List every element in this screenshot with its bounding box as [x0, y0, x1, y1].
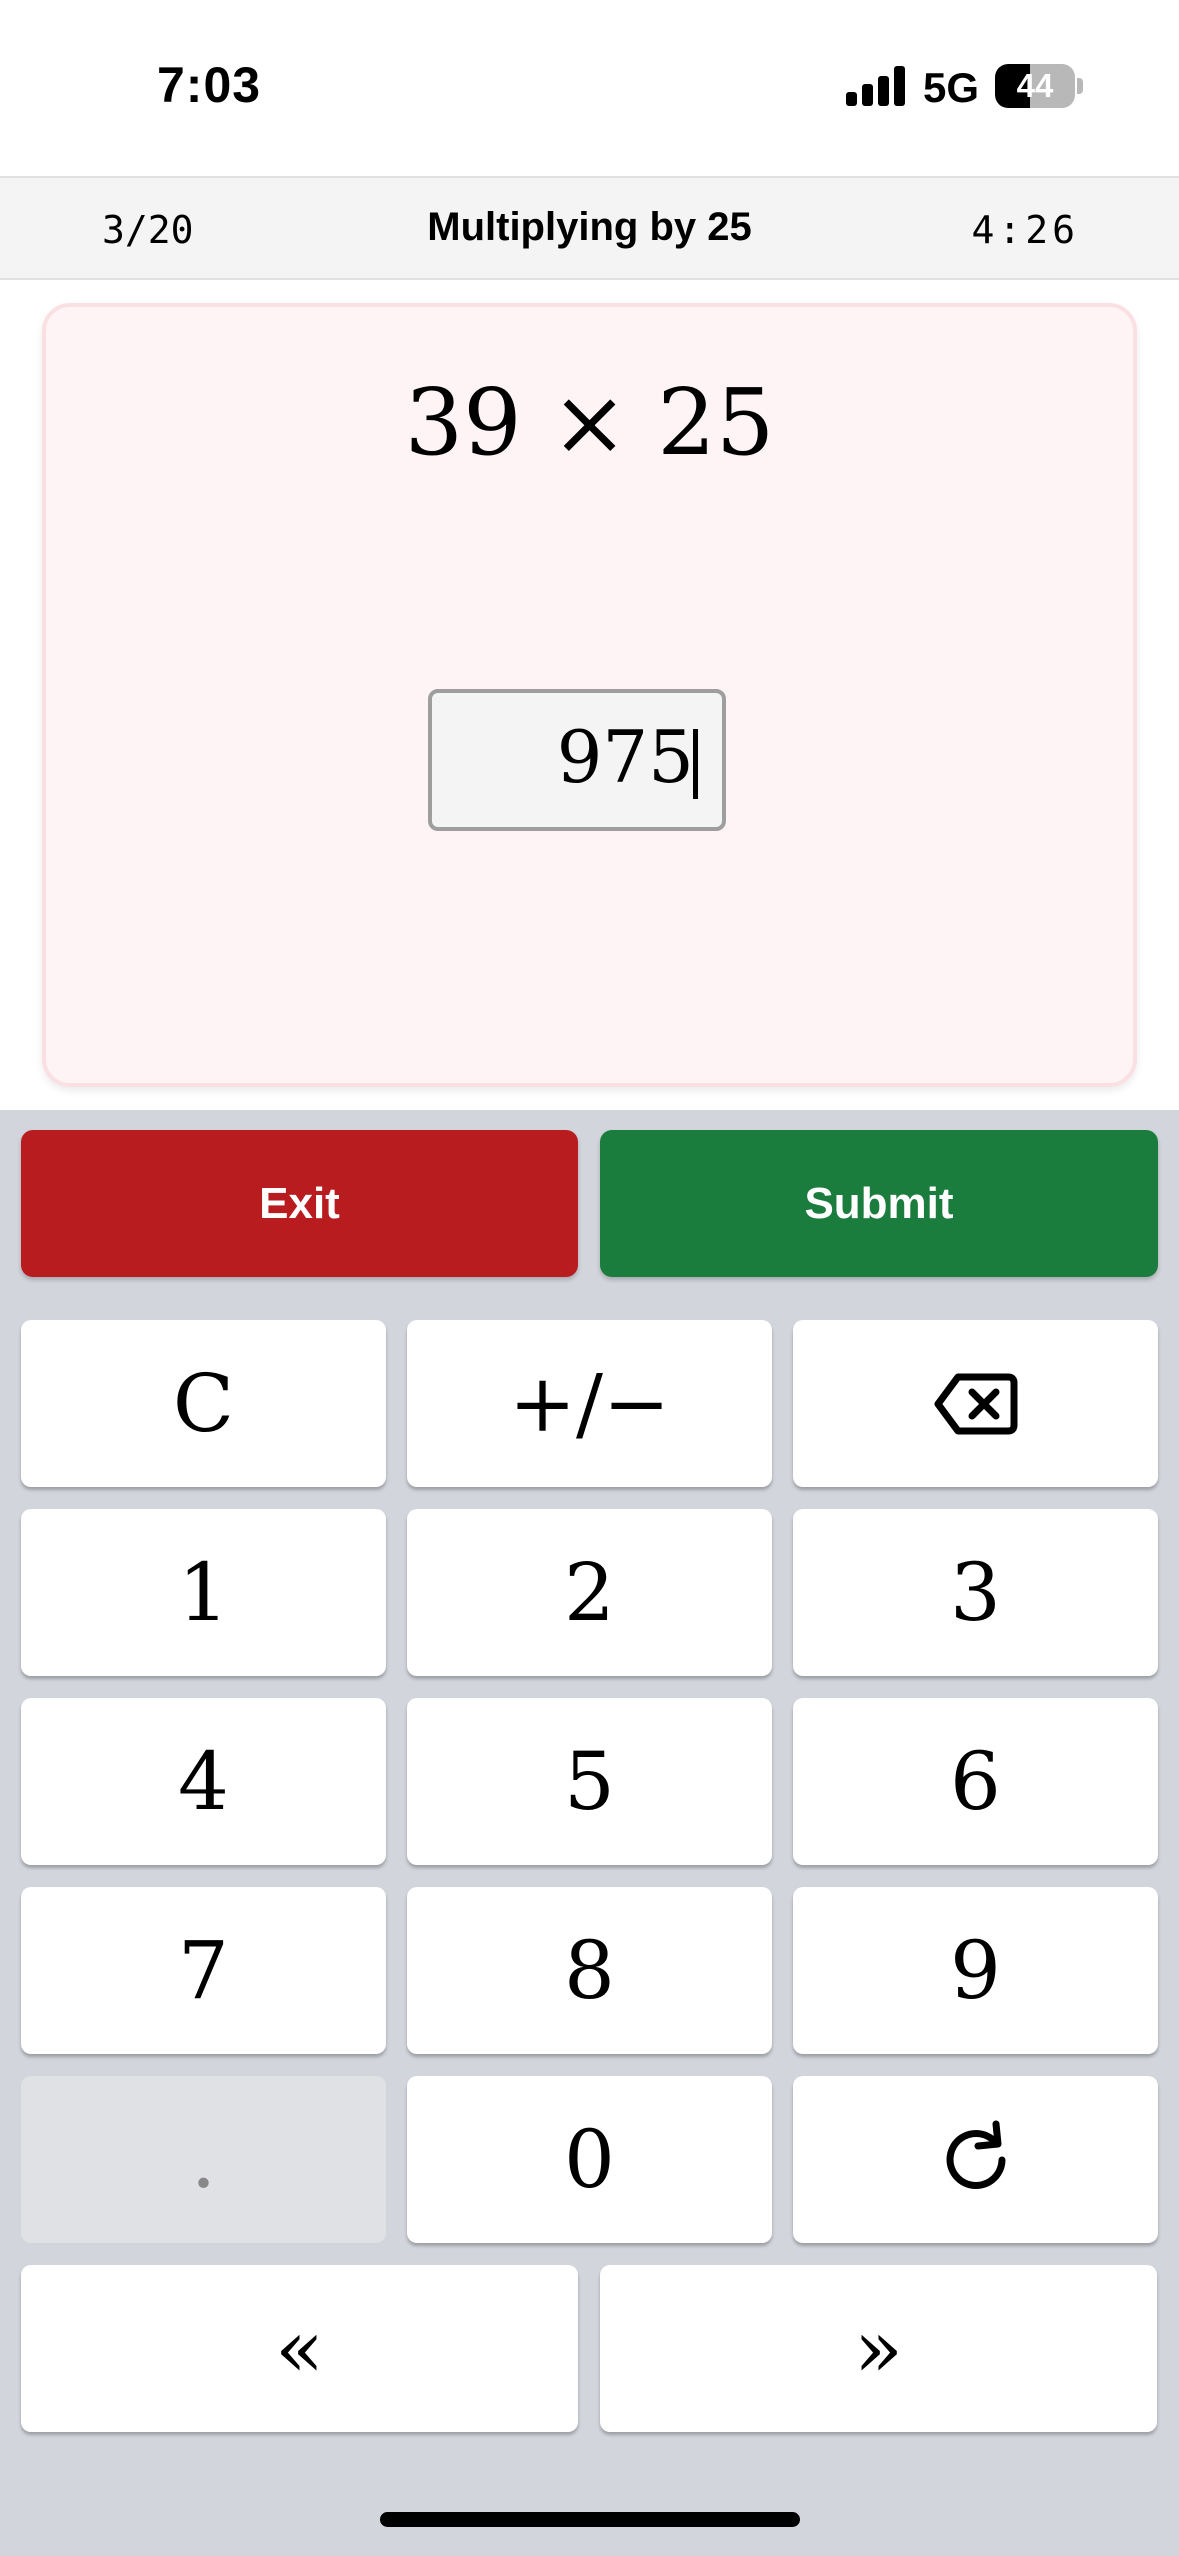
countdown-timer: 4:26 [971, 208, 1079, 252]
digit-key-1[interactable]: 1 [21, 1509, 386, 1676]
problem-card: 39 × 25 975 [42, 303, 1137, 1087]
decimal-key: . [21, 2076, 386, 2243]
answer-input[interactable]: 975 [428, 689, 726, 831]
backspace-icon [934, 1373, 1017, 1434]
digit-key-7[interactable]: 7 [21, 1887, 386, 2054]
sign-toggle-key[interactable]: +/− [407, 1320, 772, 1487]
battery-tip [1077, 78, 1083, 94]
digit-key-4[interactable]: 4 [21, 1698, 386, 1865]
digit-key-2[interactable]: 2 [407, 1509, 772, 1676]
digit-key-5[interactable]: 5 [407, 1698, 772, 1865]
backspace-key[interactable] [793, 1320, 1158, 1487]
refresh-key[interactable] [793, 2076, 1158, 2243]
battery-percent: 44 [1016, 67, 1054, 104]
digit-key-8[interactable]: 8 [407, 1887, 772, 2054]
next-question-key[interactable]: » [600, 2265, 1157, 2432]
quiz-header: 3/20 Multiplying by 25 4:26 [0, 176, 1179, 280]
network-type: 5G [923, 64, 980, 111]
digit-key-3[interactable]: 3 [793, 1509, 1158, 1676]
digit-key-6[interactable]: 6 [793, 1698, 1158, 1865]
digit-key-9[interactable]: 9 [793, 1887, 1158, 2054]
battery-icon: 44 [995, 64, 1075, 108]
cellular-signal-icon [846, 66, 906, 106]
status-bar: 7:03 5G 44 [0, 0, 1179, 176]
keypad-area: Exit Submit C +/− 1 2 3 4 5 6 7 8 9 . 0 … [0, 1110, 1179, 2556]
answer-value: 975 [556, 715, 694, 799]
home-indicator[interactable] [380, 2512, 800, 2527]
text-caret [693, 729, 698, 799]
submit-button[interactable]: Submit [600, 1130, 1158, 1277]
refresh-icon [946, 2120, 1005, 2189]
previous-question-key[interactable]: « [21, 2265, 578, 2432]
exit-button[interactable]: Exit [21, 1130, 578, 1277]
question-text: 39 × 25 [404, 369, 775, 476]
clear-key[interactable]: C [21, 1320, 386, 1487]
status-time: 7:03 [157, 57, 262, 113]
digit-key-0[interactable]: 0 [407, 2076, 772, 2243]
